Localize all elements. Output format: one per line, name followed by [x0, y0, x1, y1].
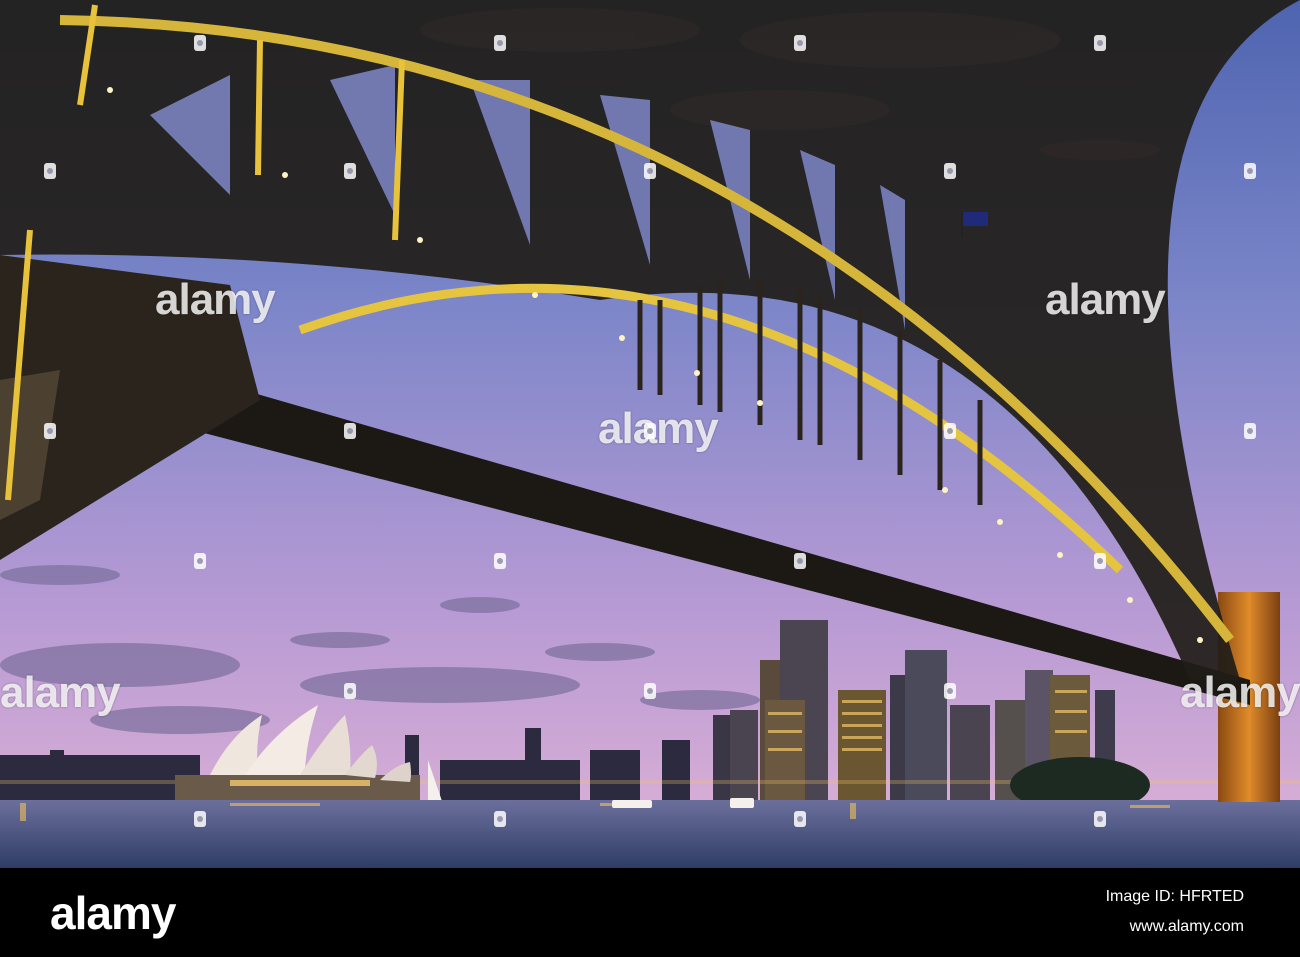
camera-icon	[1243, 420, 1257, 440]
watermark: alamy	[598, 404, 719, 453]
camera-icon	[493, 32, 507, 52]
watermark: alamy	[1180, 668, 1300, 717]
camera-icon	[1093, 550, 1107, 570]
camera-icon	[943, 160, 957, 180]
watermark: alamy	[0, 668, 121, 717]
footer-bar: alamy Image ID: HFRTED www.alamy.com	[0, 868, 1300, 957]
camera-icon	[793, 808, 807, 828]
watermark: alamy	[1045, 275, 1166, 324]
camera-icon	[343, 680, 357, 700]
camera-icon	[793, 32, 807, 52]
camera-icon	[43, 420, 57, 440]
camera-icon	[43, 160, 57, 180]
harbour-bridge-photo: alamy alamy alamy alamy alamy	[0, 0, 1300, 868]
camera-icon	[643, 160, 657, 180]
flag	[962, 212, 988, 226]
stock-photo-frame: alamy alamy alamy alamy alamy alamy Imag…	[0, 0, 1300, 957]
camera-icon	[943, 680, 957, 700]
camera-icon	[1243, 160, 1257, 180]
camera-icon	[493, 550, 507, 570]
camera-icon	[943, 420, 957, 440]
camera-icon	[193, 32, 207, 52]
camera-icon	[343, 160, 357, 180]
camera-icon	[643, 680, 657, 700]
camera-icon	[193, 550, 207, 570]
site-url: www.alamy.com	[1129, 918, 1244, 935]
camera-icon	[193, 808, 207, 828]
camera-icon	[1093, 808, 1107, 828]
camera-icon	[793, 550, 807, 570]
camera-icon	[493, 808, 507, 828]
camera-icon	[343, 420, 357, 440]
image-id: Image ID: HFRTED	[1105, 888, 1244, 905]
camera-icon	[1093, 32, 1107, 52]
alamy-logo: alamy	[50, 887, 176, 939]
watermark: alamy	[155, 275, 276, 324]
camera-icon	[643, 420, 657, 440]
